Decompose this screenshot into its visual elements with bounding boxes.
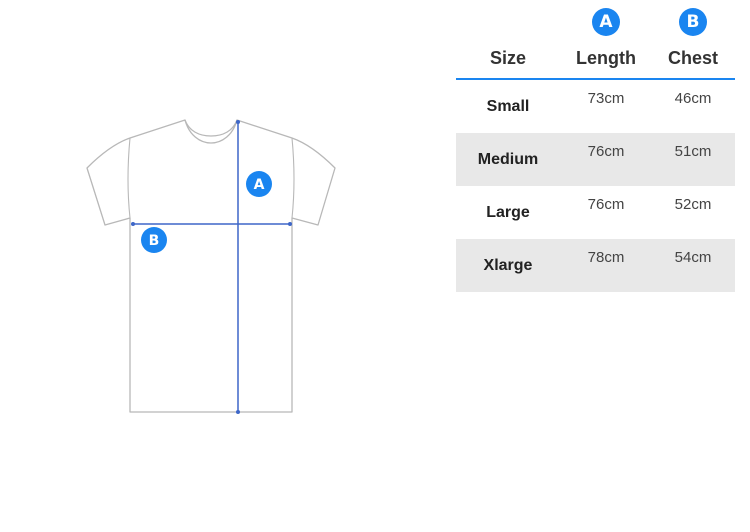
svg-text:A: A — [254, 177, 265, 193]
length-measure-end-top — [236, 120, 240, 124]
table-row: Large 76cm 52cm — [456, 186, 735, 239]
row-length: 76cm — [587, 143, 625, 160]
row-length: 78cm — [587, 249, 625, 266]
header-length: Length — [576, 48, 636, 68]
svg-text:B: B — [149, 233, 160, 249]
row-chest: 46cm — [674, 90, 712, 107]
row-chest: 54cm — [674, 249, 712, 266]
length-measure-end-bottom — [236, 410, 240, 414]
table-header: Size Length Chest — [456, 44, 735, 80]
row-size: Medium — [477, 151, 539, 168]
row-size: Xlarge — [483, 257, 533, 274]
badge-a: A — [246, 171, 272, 197]
chest-measure-end-right — [288, 222, 292, 226]
row-chest: 51cm — [674, 143, 712, 160]
table-row: Small 73cm 46cm — [456, 80, 735, 133]
header-chest: Chest — [667, 48, 719, 68]
header-badges: A B — [456, 8, 735, 38]
table-row: Medium 76cm 51cm — [456, 133, 735, 186]
row-chest: 52cm — [674, 196, 712, 213]
badge-b: B — [141, 227, 167, 253]
tshirt-diagram: A B — [86, 119, 336, 414]
length-badge: A — [592, 8, 620, 36]
row-length: 76cm — [587, 196, 625, 213]
row-size: Large — [486, 204, 530, 221]
row-size: Small — [486, 98, 530, 115]
chest-badge: B — [679, 8, 707, 36]
header-size: Size — [489, 48, 527, 68]
chest-measure-end-left — [131, 222, 135, 226]
tshirt-outline — [86, 119, 336, 413]
table-row: Xlarge 78cm 54cm — [456, 239, 735, 292]
row-length: 73cm — [587, 90, 625, 107]
tshirt-collar — [184, 119, 238, 137]
